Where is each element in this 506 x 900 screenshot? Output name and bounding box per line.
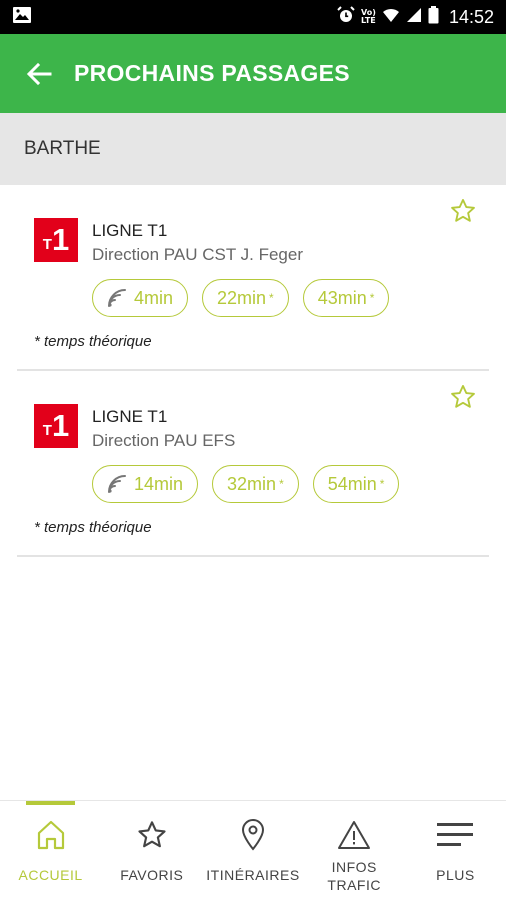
wifi-icon <box>382 7 400 28</box>
passage-card[interactable]: T1 LIGNE T1 Direction PAU CST J. Feger 4… <box>17 185 489 371</box>
time-chip: 54min * <box>312 465 400 503</box>
nav-infos-trafic[interactable]: INFOS TRAFIC <box>304 801 405 900</box>
back-button[interactable] <box>24 59 54 89</box>
favorite-button[interactable] <box>449 197 477 225</box>
passages-list: T1 LIGNE T1 Direction PAU CST J. Feger 4… <box>0 185 506 557</box>
nav-plus[interactable]: PLUS <box>405 801 506 900</box>
times-row: 4min 22min * 43min * <box>92 279 390 317</box>
nav-itineraires[interactable]: ITINÉRAIRES <box>202 801 303 900</box>
home-icon <box>36 818 66 852</box>
time-chip: 32min * <box>212 465 299 503</box>
direction: Direction PAU CST J. Feger <box>92 245 303 264</box>
app-bar: PROCHAINS PASSAGES <box>0 34 506 113</box>
favorite-button[interactable] <box>449 383 477 411</box>
line-badge: T1 <box>34 218 78 262</box>
theoretical-time-note: * temps théorique <box>34 333 152 350</box>
realtime-signal-icon <box>107 474 129 494</box>
clock: 14:52 <box>448 6 494 27</box>
cell-signal-icon <box>406 7 422 28</box>
time-chip: 14min <box>92 465 199 503</box>
battery-icon <box>428 5 439 29</box>
time-chip: 22min * <box>202 279 289 317</box>
page-title: PROCHAINS PASSAGES <box>74 60 350 86</box>
alarm-icon <box>337 5 355 29</box>
line-badge: T1 <box>34 404 78 448</box>
time-chip: 4min <box>92 279 189 317</box>
stop-name: BARTHE <box>24 138 101 159</box>
warning-icon <box>337 818 371 852</box>
line-name: LIGNE T1 <box>92 221 168 240</box>
star-outline-icon <box>451 198 475 222</box>
star-icon <box>136 818 168 852</box>
passage-card[interactable]: T1 LIGNE T1 Direction PAU EFS 14min 32mi… <box>17 371 489 557</box>
location-pin-icon <box>240 818 266 852</box>
direction: Direction PAU EFS <box>92 431 236 450</box>
stop-name-header: BARTHE <box>0 113 506 185</box>
nav-accueil[interactable]: ACCUEIL <box>0 801 101 900</box>
nav-favoris[interactable]: FAVORIS <box>101 801 202 900</box>
menu-icon <box>436 818 474 852</box>
gallery-notification-icon <box>12 6 32 28</box>
realtime-signal-icon <box>107 288 129 308</box>
status-bar: Vo) LTE 14:52 <box>0 0 506 34</box>
times-row: 14min 32min * 54min * <box>92 465 400 503</box>
time-chip: 43min * <box>302 279 390 317</box>
bottom-navigation: ACCUEIL FAVORIS ITINÉRAIRES INFOS TRAFIC… <box>0 800 506 900</box>
arrow-left-icon <box>26 62 52 85</box>
line-name: LIGNE T1 <box>92 407 168 426</box>
star-outline-icon <box>451 384 475 408</box>
volte-icon: Vo) LTE <box>361 8 376 25</box>
theoretical-time-note: * temps théorique <box>34 519 152 536</box>
